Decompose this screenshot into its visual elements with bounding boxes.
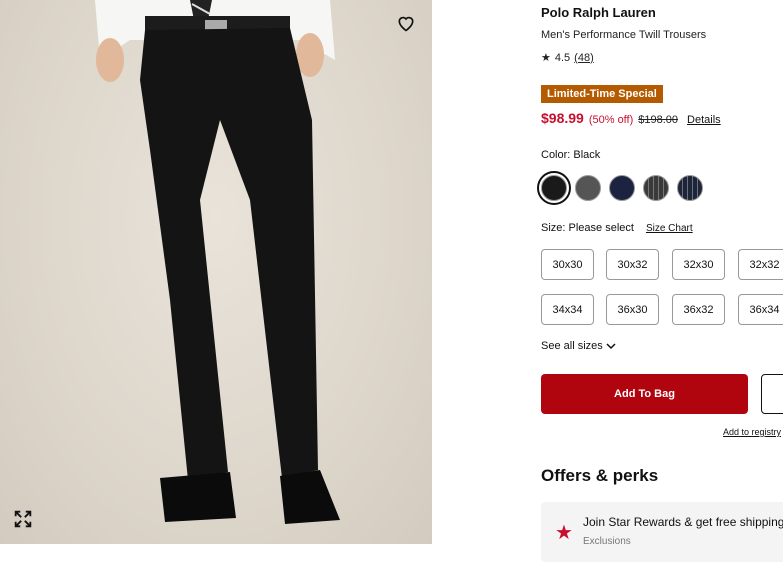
sale-price: $98.99 (541, 110, 584, 126)
secondary-action-button[interactable] (761, 374, 783, 414)
size-row: Size: Please select Size Chart (541, 222, 693, 234)
star-icon: ★ (555, 522, 573, 544)
size-option[interactable]: 30x30 (541, 249, 594, 280)
size-chart-link[interactable]: Size Chart (646, 223, 693, 234)
brand-name[interactable]: Polo Ralph Lauren (541, 5, 656, 20)
discount-percent: (50% off) (588, 114, 634, 126)
color-label: Color: Black (541, 149, 601, 161)
swatch-charcoal-pinstripe[interactable] (643, 175, 669, 201)
offers-heading: Offers & perks (541, 466, 659, 485)
promo-badge: Limited-Time Special (541, 85, 663, 103)
size-option[interactable]: 36x32 (672, 294, 725, 325)
product-photo (95, 0, 340, 524)
add-to-bag-button[interactable]: Add To Bag (541, 374, 748, 414)
see-all-sizes-link[interactable]: See all sizes (541, 340, 617, 352)
rating-value: 4.5 (554, 51, 571, 64)
add-to-registry-link[interactable]: Add to registry (723, 427, 781, 437)
see-all-label: See all sizes (541, 340, 603, 352)
swatch-charcoal[interactable] (575, 175, 601, 201)
offer-exclusions[interactable]: Exclusions (583, 536, 631, 547)
star-rewards-offer[interactable]: ★ Join Star Rewards & get free shipping … (541, 502, 783, 562)
star-icon: ★ (541, 52, 551, 64)
price: $98.99 (50% off) $198.00 Details (541, 110, 721, 126)
color-swatches (537, 171, 703, 205)
size-option[interactable]: 30x32 (606, 249, 659, 280)
offer-text: Join Star Rewards & get free shipping (583, 515, 783, 529)
wishlist-heart-icon[interactable] (393, 10, 419, 36)
size-option[interactable]: 36x34 (738, 294, 783, 325)
size-option[interactable]: 36x30 (606, 294, 659, 325)
details-link[interactable]: Details (687, 114, 721, 126)
chevron-down-icon (606, 343, 616, 350)
swatch-navy-pinstripe[interactable] (677, 175, 703, 201)
swatch-navy[interactable] (609, 175, 635, 201)
size-label: Size: Please select (541, 222, 634, 234)
original-price: $198.00 (638, 114, 679, 126)
expand-icon[interactable] (12, 508, 36, 532)
rating[interactable]: ★ 4.5 (48) (541, 51, 594, 65)
swatch-black[interactable] (537, 171, 571, 205)
size-option[interactable]: 32x32 (738, 249, 783, 280)
size-option[interactable]: 34x34 (541, 294, 594, 325)
size-option[interactable]: 32x30 (672, 249, 725, 280)
review-count-link[interactable]: (48) (574, 52, 594, 64)
product-name: Men's Performance Twill Trousers (541, 29, 707, 41)
product-image[interactable] (0, 0, 432, 544)
